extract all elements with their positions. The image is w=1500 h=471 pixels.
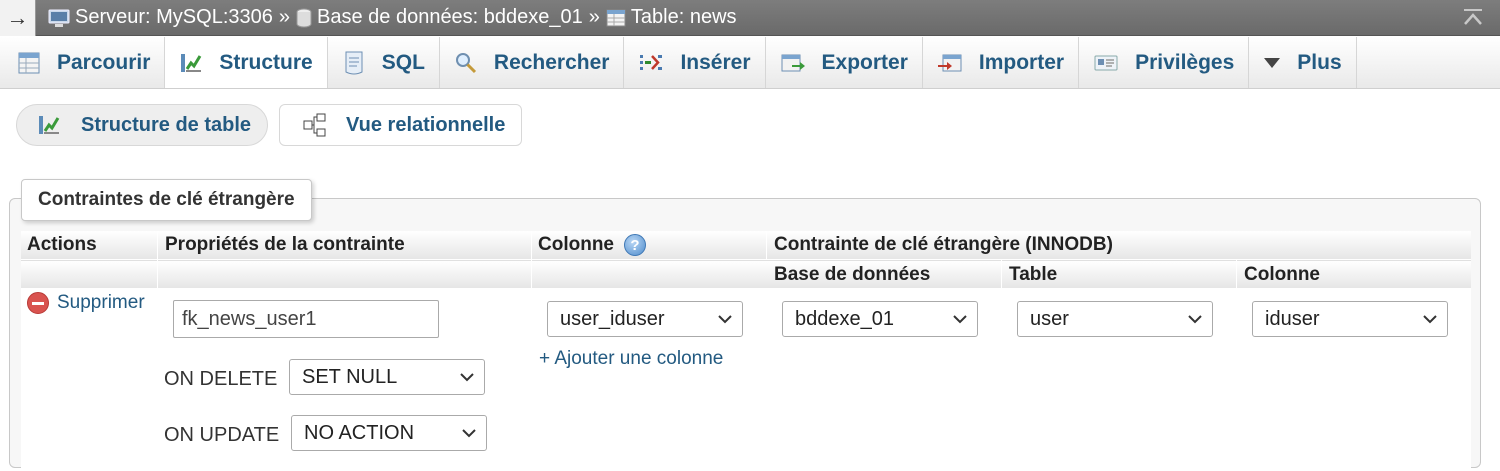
header-fk-column: Colonne (1244, 264, 1320, 285)
sub-tabs: Structure de table Vue relationnelle (16, 104, 523, 146)
main-tabs: Parcourir Structure SQL Rechercher Insér… (0, 37, 1500, 89)
tab-more-label: Plus (1297, 50, 1342, 74)
tab-export[interactable]: Exporter (766, 37, 923, 88)
structure-icon (37, 113, 63, 137)
constraint-name-input[interactable] (173, 300, 439, 338)
tab-more[interactable]: Plus (1249, 37, 1357, 88)
tab-privileges-label: Privilèges (1135, 50, 1235, 74)
column-divider (157, 231, 158, 288)
tab-export-label: Exporter (821, 50, 908, 74)
fieldset-legend: Contraintes de clé étrangère (21, 179, 312, 221)
help-icon[interactable]: ? (624, 234, 646, 256)
chevron-down-icon (462, 428, 476, 438)
server-icon (48, 8, 70, 28)
breadcrumb-separator: » (278, 6, 290, 28)
tab-insert[interactable]: Insérer (624, 37, 766, 88)
foreign-key-table: Actions Propriétés de la contrainte Colo… (21, 231, 1471, 471)
header-table: Table (1009, 264, 1058, 285)
tab-search-label: Rechercher (493, 50, 610, 74)
breadcrumb-separator: » (588, 6, 600, 28)
browse-icon (17, 51, 41, 75)
chevron-down-icon (1423, 314, 1437, 324)
on-update-select[interactable]: NO ACTION (291, 415, 487, 451)
tab-sql[interactable]: SQL (328, 37, 440, 88)
tab-privileges[interactable]: Privilèges (1079, 37, 1250, 88)
breadcrumb-server[interactable]: Serveur: MySQL:3306 (48, 6, 273, 29)
table-value: user (1030, 307, 1069, 330)
tab-import[interactable]: Importer (923, 37, 1080, 88)
header-foreign-key-constraint: Contrainte de clé étrangère (INNODB) (774, 234, 1113, 255)
tab-insert-label: Insérer (680, 50, 751, 74)
on-delete-label: ON DELETE (164, 368, 278, 390)
breadcrumb-database-label: Base de données: bddexe_01 (317, 6, 583, 28)
column-divider (1001, 260, 1002, 288)
column-divider (766, 231, 767, 259)
tab-structure[interactable]: Structure (165, 37, 328, 88)
subtab-table-structure-label: Structure de table (81, 113, 252, 136)
tab-browse-label: Parcourir (57, 50, 151, 74)
on-delete-value: SET NULL (302, 365, 398, 388)
scroll-to-top-icon[interactable] (1462, 6, 1484, 32)
on-update-value: NO ACTION (304, 421, 415, 444)
fk-column-select[interactable]: iduser (1252, 301, 1448, 337)
column-select[interactable]: user_iduser (547, 301, 743, 337)
table-icon (606, 8, 626, 28)
structure-icon (179, 51, 203, 75)
insert-icon (638, 51, 664, 75)
header-database: Base de données (774, 264, 931, 285)
breadcrumb-bar: → Serveur: MySQL:3306 » Base de données:… (0, 0, 1500, 36)
subtab-relation-view[interactable]: Vue relationnelle (279, 104, 523, 146)
subtab-table-structure[interactable]: Structure de table (16, 104, 269, 146)
breadcrumb-database[interactable]: Base de données: bddexe_01 (296, 6, 583, 29)
delete-icon (27, 292, 49, 314)
breadcrumb-table-label: Table: news (630, 6, 737, 28)
header-constraint-properties: Propriétés de la contrainte (165, 234, 405, 255)
collapse-navigation-button[interactable]: → (0, 0, 36, 36)
arrow-right-icon: → (6, 4, 29, 30)
tab-import-label: Importer (978, 50, 1065, 74)
tab-browse[interactable]: Parcourir (3, 37, 166, 88)
sql-icon (342, 50, 366, 76)
database-select[interactable]: bddexe_01 (782, 301, 978, 337)
breadcrumb-server-label: Serveur: MySQL:3306 (75, 6, 273, 28)
caret-down-icon (1263, 57, 1281, 69)
on-delete-select[interactable]: SET NULL (289, 359, 485, 395)
column-divider (1236, 260, 1237, 288)
column-value: user_iduser (560, 307, 665, 330)
export-icon (780, 51, 806, 75)
table-header-row: Actions Propriétés de la contrainte Colo… (21, 231, 1471, 259)
header-actions: Actions (27, 234, 97, 255)
database-value: bddexe_01 (795, 307, 894, 330)
table-select[interactable]: user (1017, 301, 1213, 337)
column-divider (531, 231, 532, 288)
relation-icon (302, 112, 328, 138)
tab-search[interactable]: Rechercher (440, 37, 625, 88)
chevron-down-icon (953, 314, 967, 324)
fk-column-value: iduser (1265, 307, 1320, 330)
on-update-label: ON UPDATE (164, 424, 280, 446)
database-icon (296, 8, 312, 28)
tab-sql-label: SQL (381, 50, 425, 74)
tab-structure-label: Structure (219, 50, 313, 74)
chevron-down-icon (1188, 314, 1202, 324)
import-icon (937, 51, 963, 75)
table-subheader-row: Base de données Table Colonne (21, 260, 1471, 288)
breadcrumb-table[interactable]: Table: news (606, 6, 737, 29)
chevron-down-icon (460, 372, 474, 382)
add-column-link[interactable]: + Ajouter une colonne (539, 348, 723, 370)
delete-constraint-link[interactable]: Supprimer (27, 292, 145, 314)
chevron-down-icon (718, 314, 732, 324)
header-column: Colonne ? (532, 231, 646, 259)
search-icon (454, 51, 478, 75)
subtab-relation-view-label: Vue relationnelle (346, 113, 506, 136)
delete-label: Supprimer (57, 292, 145, 313)
header-column-label: Colonne (538, 234, 614, 255)
privileges-icon (1093, 52, 1119, 74)
